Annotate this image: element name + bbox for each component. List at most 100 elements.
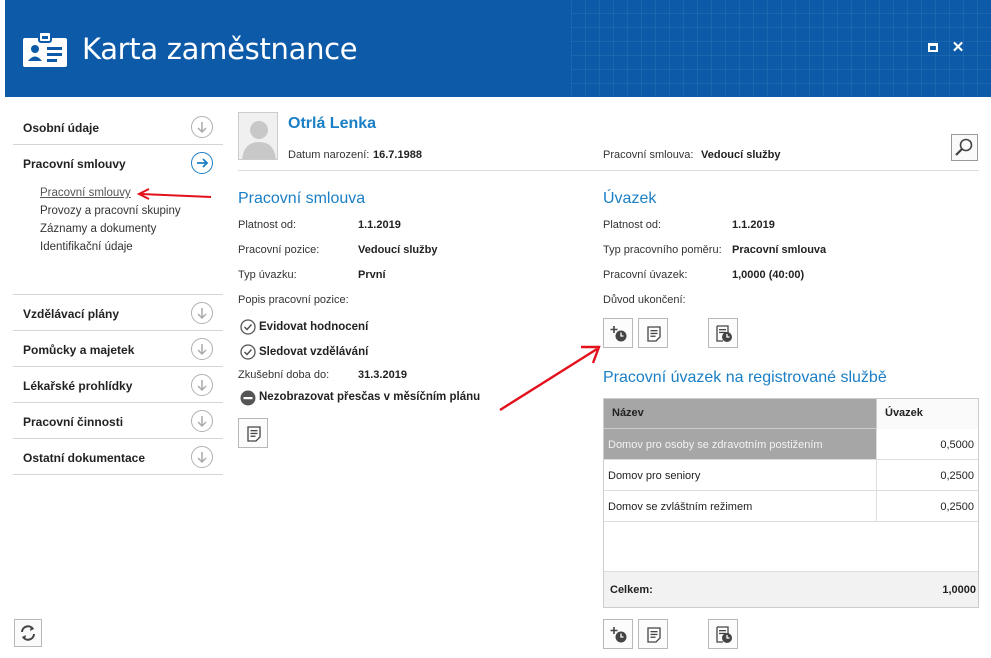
workload-title: Úvazek	[603, 190, 657, 207]
arrow-down-circle-icon[interactable]	[191, 116, 213, 138]
add-clock-icon	[610, 627, 627, 643]
table-header: Název Úvazek	[604, 399, 978, 429]
sidebar-item-pracovni-smlouvy[interactable]: Pracovní smlouvy	[13, 145, 223, 181]
field-value: Vedoucí služby	[358, 244, 438, 256]
minus-circle-icon	[240, 390, 256, 406]
document-icon	[647, 326, 661, 342]
row-value: 0,2500	[940, 501, 974, 513]
row-value: 0,2500	[940, 470, 974, 482]
total-label: Celkem:	[610, 584, 653, 596]
close-icon[interactable]: ✕	[950, 40, 966, 56]
annotation-arrow-icon	[499, 345, 601, 412]
contract-label: Pracovní smlouva:	[603, 149, 694, 161]
row-value: 0,5000	[940, 439, 974, 451]
row-name: Domov se zvláštním režimem	[608, 501, 753, 513]
workload-detail-button[interactable]	[638, 318, 668, 348]
field-label: Pracovní úvazek:	[603, 269, 688, 281]
document-clock-icon	[716, 626, 732, 643]
contract-title: Pracovní smlouva	[238, 190, 366, 207]
sidebar-item-label: Pracovní smlouvy	[23, 157, 126, 171]
contract-value: Vedoucí služby	[701, 149, 781, 161]
column-header-uvazek[interactable]: Úvazek	[885, 407, 923, 419]
add-clock-icon	[610, 326, 627, 342]
subitem-identifikacni[interactable]: Identifikační údaje	[40, 241, 133, 253]
field-value: Pracovní smlouva	[732, 244, 827, 256]
annotation-arrow-icon	[136, 188, 212, 200]
total-value: 1,0000	[942, 584, 976, 596]
sidebar-item-label: Pracovní činnosti	[23, 415, 124, 429]
arrow-down-circle-icon[interactable]	[191, 302, 213, 324]
employee-name: Otrlá Lenka	[288, 115, 377, 132]
check-sledovat-vzdelavani[interactable]: Sledovat vzdělávání	[259, 346, 368, 358]
subitem-zaznamy[interactable]: Záznamy a dokumenty	[40, 223, 156, 235]
probation-value: 31.3.2019	[358, 369, 407, 381]
table-row[interactable]: Domov se zvláštním režimem 0,2500	[604, 491, 978, 522]
divider	[238, 170, 979, 171]
refresh-button[interactable]	[14, 619, 42, 647]
services-table: Název Úvazek Domov pro osoby se zdravotn…	[603, 398, 979, 608]
check-circle-icon	[240, 319, 256, 335]
field-label: Důvod ukončení:	[603, 294, 686, 306]
contract-detail-button[interactable]	[238, 418, 268, 448]
sidebar-item-label: Lékařské prohlídky	[23, 379, 133, 393]
window-title: Karta zaměstnance	[82, 32, 358, 66]
field-value: První	[358, 269, 386, 281]
row-name: Domov pro seniory	[608, 470, 701, 482]
person-silhouette-icon	[242, 121, 276, 159]
table-row[interactable]: Domov pro osoby se zdravotním postižením…	[604, 429, 978, 460]
avatar	[238, 112, 278, 160]
id-card-icon	[23, 31, 67, 67]
add-workload-button[interactable]	[603, 318, 633, 348]
sidebar: Osobní údaje Pracovní smlouvy Pracovní s…	[13, 109, 223, 475]
overtime-option[interactable]: Nezobrazovat přesčas v měsíčním plánu	[259, 391, 480, 403]
field-label: Pracovní pozice:	[238, 244, 320, 256]
field-value: 1.1.2019	[732, 219, 775, 231]
arrow-down-circle-icon[interactable]	[191, 446, 213, 468]
sidebar-item-pomucky[interactable]: Pomůcky a majetek	[13, 331, 223, 367]
sidebar-item-label: Ostatní dokumentace	[23, 451, 146, 465]
row-name: Domov pro osoby se zdravotním postižením	[608, 439, 823, 451]
field-value: 1.1.2019	[358, 219, 401, 231]
birth-value: 16.7.1988	[373, 149, 422, 161]
services-title: Pracovní úvazek na registrované službě	[603, 369, 887, 386]
arrow-right-circle-icon[interactable]	[191, 152, 213, 174]
add-service-button[interactable]	[603, 619, 633, 649]
refresh-icon	[21, 625, 35, 641]
table-row[interactable]: Domov pro seniory 0,2500	[604, 460, 978, 491]
search-icon	[955, 138, 973, 156]
document-clock-icon	[716, 325, 732, 342]
sidebar-item-label: Pomůcky a majetek	[23, 343, 135, 357]
sidebar-item-pracovni-cinnosti[interactable]: Pracovní činnosti	[13, 403, 223, 439]
maximize-icon[interactable]	[925, 40, 941, 56]
birth-label: Datum narození:	[288, 149, 370, 161]
subitem-provozy[interactable]: Provozy a pracovní skupiny	[40, 205, 181, 217]
field-label: Typ úvazku:	[238, 269, 297, 281]
arrow-down-circle-icon[interactable]	[191, 374, 213, 396]
workload-history-button[interactable]	[708, 318, 738, 348]
search-button[interactable]	[951, 134, 978, 161]
field-label: Platnost od:	[238, 219, 297, 231]
document-icon	[247, 426, 261, 442]
sidebar-item-label: Vzdělávací plány	[23, 307, 120, 321]
check-evidovat-hodnoceni[interactable]: Evidovat hodnocení	[259, 321, 368, 333]
subitem-pracovni-smlouvy[interactable]: Pracovní smlouvy	[40, 187, 131, 199]
document-icon	[647, 627, 661, 643]
service-detail-button[interactable]	[638, 619, 668, 649]
check-circle-icon	[240, 344, 256, 360]
title-bar: Karta zaměstnance	[5, 0, 991, 97]
probation-label: Zkušební doba do:	[238, 369, 330, 381]
sidebar-item-vzdelavaci-plany[interactable]: Vzdělávací plány	[13, 295, 223, 331]
sidebar-item-lekarske[interactable]: Lékařské prohlídky	[13, 367, 223, 403]
field-value: 1,0000 (40:00)	[732, 269, 805, 281]
sidebar-item-osobni-udaje[interactable]: Osobní údaje	[13, 109, 223, 145]
arrow-down-circle-icon[interactable]	[191, 410, 213, 432]
column-header-nazev[interactable]: Název	[612, 407, 644, 419]
service-history-button[interactable]	[708, 619, 738, 649]
field-label: Typ pracovního poměru:	[603, 244, 722, 256]
arrow-down-circle-icon[interactable]	[191, 338, 213, 360]
field-label: Platnost od:	[603, 219, 662, 231]
table-footer: Celkem: 1,0000	[604, 571, 978, 607]
sidebar-item-ostatni[interactable]: Ostatní dokumentace	[13, 439, 223, 475]
sidebar-item-label: Osobní údaje	[23, 121, 100, 135]
field-label: Popis pracovní pozice:	[238, 294, 349, 306]
